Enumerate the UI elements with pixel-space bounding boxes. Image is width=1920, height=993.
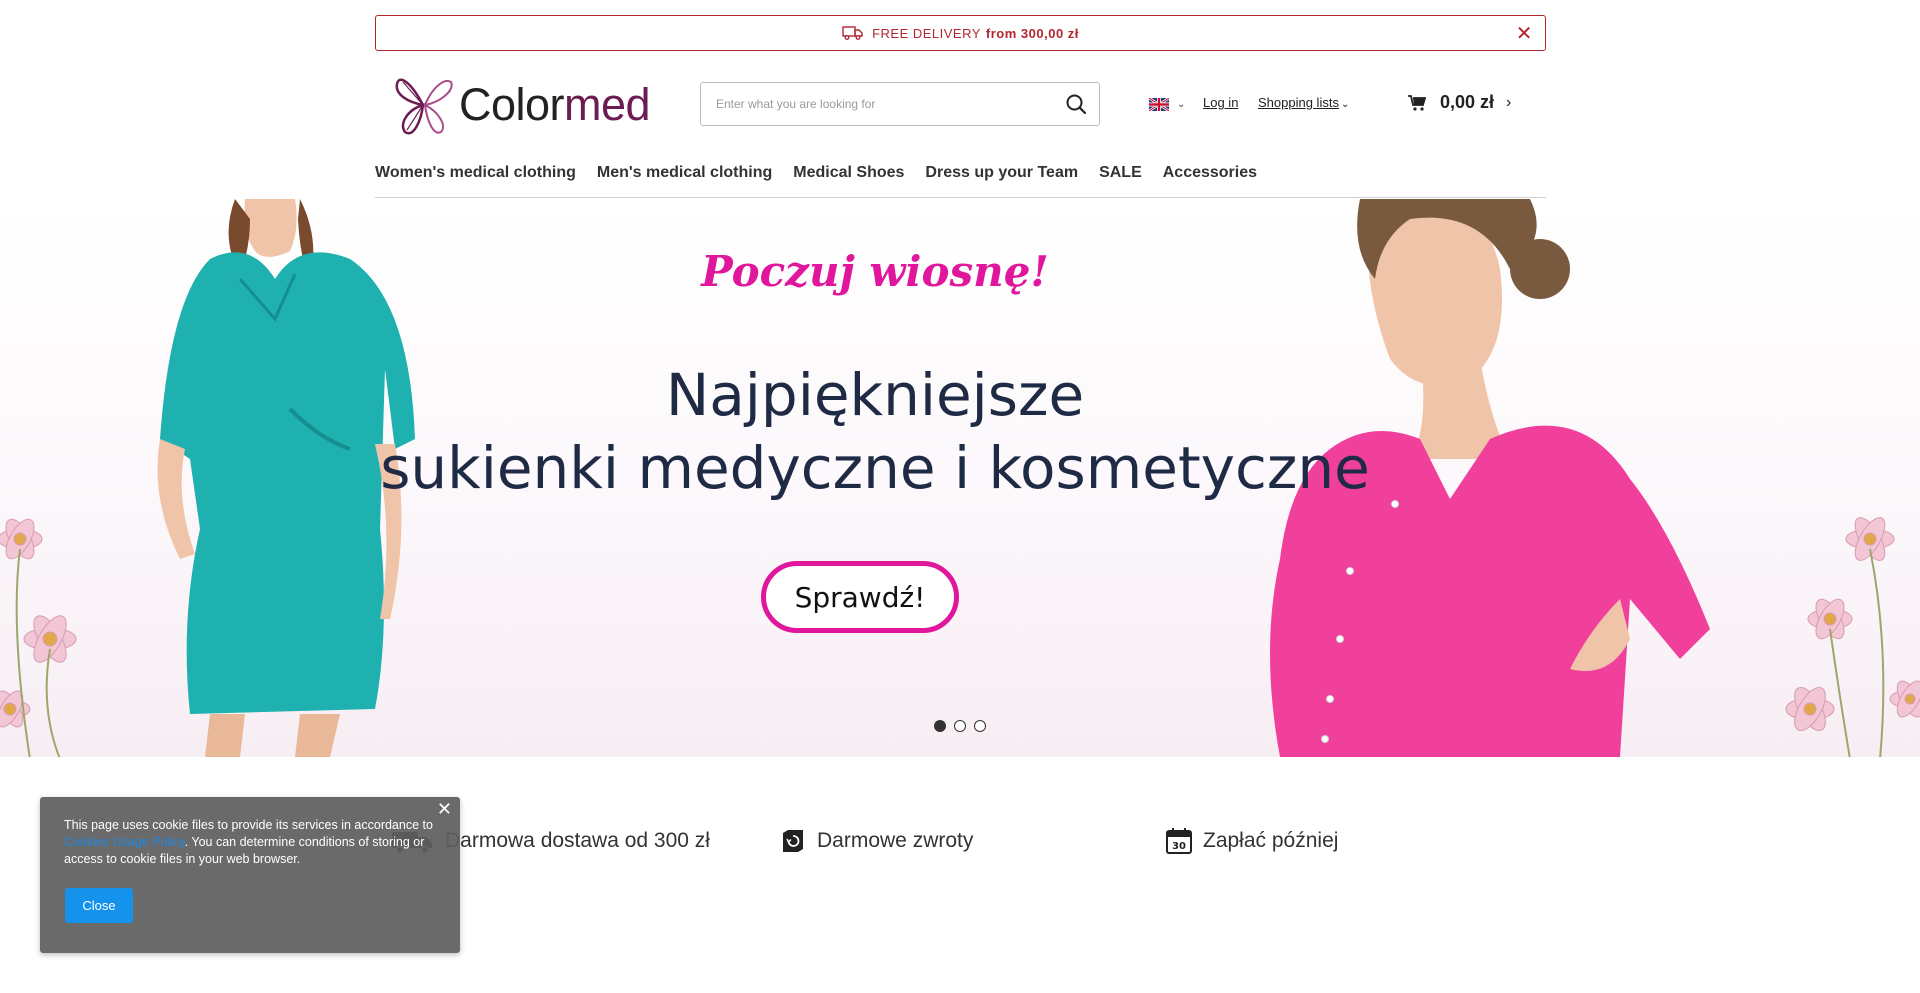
chevron-down-icon: ⌄ [1177, 99, 1186, 110]
benefit-free-returns: Darmowe zwroty [780, 828, 973, 854]
truck-icon [842, 26, 863, 40]
cookie-close-button[interactable]: Close [65, 888, 133, 923]
nav-item-accessories[interactable]: Accessories [1163, 164, 1257, 182]
slider-dot-3[interactable] [974, 720, 986, 732]
hero-banner[interactable]: Poczuj wiosnę! Najpiękniejsze sukienki m… [0, 199, 1920, 757]
nav-item-sale[interactable]: SALE [1099, 164, 1142, 182]
main-nav: Women's medical clothing Men's medical c… [375, 148, 1546, 198]
chevron-right-icon: › [1506, 93, 1512, 111]
flowers-left-image [0, 518, 77, 757]
benefit-label: Darmowe zwroty [817, 829, 974, 852]
hero-script-heading: Poczuj wiosnę! [701, 247, 1049, 296]
uk-flag-icon [1149, 98, 1169, 111]
nav-item-shoes[interactable]: Medical Shoes [793, 164, 904, 182]
cart-button[interactable]: 0,00 zł › [1408, 92, 1511, 113]
calendar-icon: 30 [1166, 828, 1192, 854]
search-icon[interactable] [1065, 93, 1087, 115]
promo-bar: FREE DELIVERY from 300,00 zł ✕ [375, 15, 1546, 51]
cookie-close-icon[interactable]: ✕ [437, 800, 452, 818]
shopping-lists-link[interactable]: Shopping lists ⌄ [1258, 95, 1349, 110]
cart-icon [1408, 94, 1426, 111]
nav-item-womens[interactable]: Women's medical clothing [375, 164, 576, 182]
promo-close-icon[interactable]: ✕ [1516, 21, 1533, 46]
promo-text: FREE DELIVERY [872, 25, 981, 41]
slider-dot-2[interactable] [954, 720, 966, 732]
svg-text:30: 30 [1172, 841, 1186, 852]
cookie-popup: ✕ This page uses cookie files to provide… [40, 797, 460, 953]
benefit-pay-later: 30 Zapłać później [1166, 828, 1338, 854]
nav-item-team[interactable]: Dress up your Team [925, 164, 1078, 182]
butterfly-logo-icon [395, 78, 453, 135]
cookie-policy-link[interactable]: Cookies Usage Policy [64, 835, 185, 849]
hero-heading: Najpiękniejsze sukienki medyczne i kosme… [380, 361, 1370, 502]
benefit-label: Darmowa dostawa od 300 zł [445, 829, 710, 852]
return-icon [783, 830, 803, 852]
cart-amount: 0,00 zł [1440, 92, 1495, 112]
nav-item-mens[interactable]: Men's medical clothing [597, 164, 772, 182]
logo[interactable]: Colormed [393, 72, 651, 138]
login-link[interactable]: Log in [1203, 95, 1238, 110]
slider-dots [934, 720, 994, 732]
chevron-down-icon: ⌄ [1340, 99, 1350, 110]
language-selector[interactable]: ⌄ [1149, 98, 1185, 111]
benefit-label: Zapłać później [1203, 829, 1339, 852]
search-box [700, 82, 1100, 126]
hero-cta-button[interactable]: Sprawdź! [761, 561, 959, 633]
slider-dot-1[interactable] [934, 720, 946, 732]
search-input[interactable] [701, 97, 1065, 111]
cookie-text: This page uses cookie files to provide i… [64, 818, 433, 866]
promo-threshold: from 300,00 zł [985, 25, 1079, 41]
flowers-right-image [1785, 517, 1920, 757]
brand-name: Colormed [459, 79, 651, 130]
